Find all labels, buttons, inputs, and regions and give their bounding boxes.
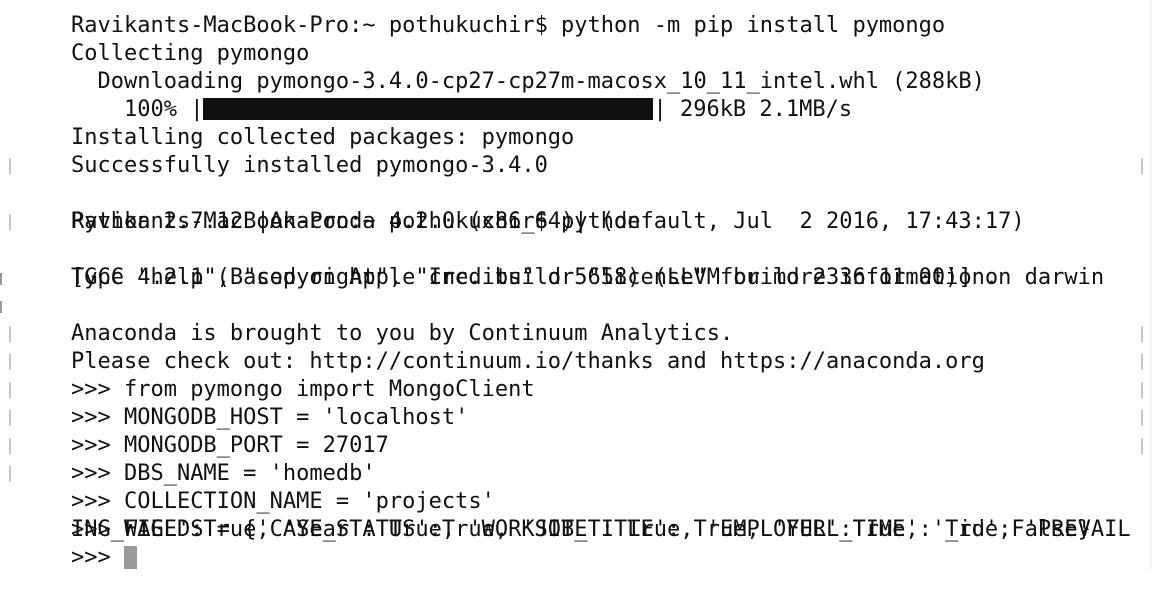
terminal-line-7: Python 2.7.12 |Anaconda 4.2.0 (x86_64)| … [0,180,1152,234]
line-marker-icon [9,410,11,426]
progress-line: 100% | | 296kB 2.1MB/s [0,68,1152,122]
terminal-window[interactable]: Ravikants-MacBook-Pro:~ pothukuchir$ pyt… [0,0,1152,586]
terminal-line-2: Downloading pymongo-3.4.0-cp27-cp27m-mac… [0,40,1152,94]
line-marker-icon [0,292,3,320]
block-cursor-icon[interactable] [123,546,137,569]
line-marker-icon [9,438,11,454]
terminal-line-17: >>> FIELDS = {'CASE_STATUS':True, 'JOB_T… [0,460,1152,542]
terminal-line-14: >>> MONGODB_PORT = 27017 [0,376,1152,458]
line-marker-icon [1141,158,1143,174]
terminal-line-0: Ravikants-MacBook-Pro:~ pothukuchir$ pyt… [0,0,1152,38]
line-marker-icon [9,382,11,398]
terminal-line-9: Type "help", "copyright", "credits" or "… [0,236,1152,290]
line-marker-icon [1141,382,1143,398]
terminal-line-13: >>> MONGODB_HOST = 'localhost' [0,348,1152,430]
terminal-line-11: Please check out: http://continuum.io/th… [0,292,1152,374]
terminal-line-8: [GCC 4.2.1 (Based on Apple Inc. build 56… [0,208,1152,290]
terminal-line-16: >>> COLLECTION_NAME = 'projects' [0,432,1152,514]
line-marker-icon [9,466,11,482]
line-marker-icon [9,158,11,174]
terminal-line-1: Collecting pymongo [0,12,1152,66]
terminal-line-12: >>> from pymongo import MongoClient [0,320,1152,402]
terminal-line-18: ING_WAGE':True, 'Year': True, 'WORKSITE'… [0,488,1152,542]
prompt-text: >>> [70,545,124,570]
line-marker-icon [1141,354,1143,370]
terminal-line-4: Installing collected packages: pymongo [0,96,1152,150]
line-marker-icon [9,354,11,370]
line-marker-icon [0,264,3,292]
prompt-line[interactable]: >>> [0,516,1152,570]
line-marker-icon [9,326,11,342]
terminal-line-10: Anaconda is brought to you by Continuum … [0,264,1152,346]
terminal-line-15: >>> DBS_NAME = 'homedb' [0,404,1152,486]
line-marker-icon [1141,438,1143,454]
terminal-line-6: Ravikants-MacBook-Pro:~ pothukuchir$ pyt… [0,152,1152,234]
terminal-line-5: Successfully installed pymongo-3.4.0 [0,124,1152,178]
line-marker-icon [9,214,11,230]
line-marker-icon [1141,410,1143,426]
line-marker-icon [1141,326,1143,342]
